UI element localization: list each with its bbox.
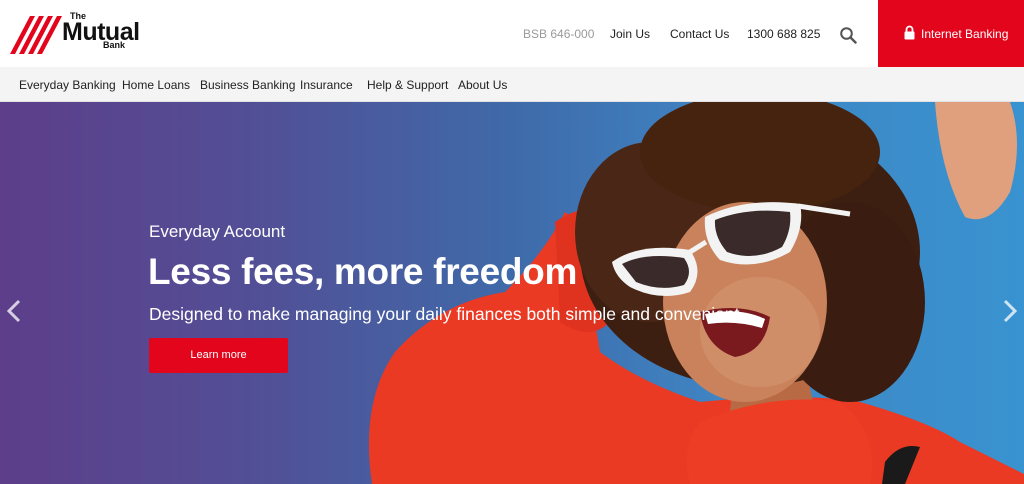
learn-more-button[interactable]: Learn more — [149, 338, 288, 373]
nav-item-home-loans[interactable]: Home Loans — [122, 78, 190, 92]
bsb-number: BSB 646-000 — [523, 27, 595, 41]
nav-item-help-support[interactable]: Help & Support — [367, 78, 448, 92]
search-icon[interactable] — [839, 26, 857, 44]
contact-us-link[interactable]: Contact Us — [670, 27, 729, 41]
logo-stripes-icon — [10, 16, 62, 54]
nav-item-everyday-banking[interactable]: Everyday Banking — [19, 78, 116, 92]
chevron-right-icon[interactable] — [1000, 298, 1020, 324]
logo-name-text: Mutual — [62, 18, 140, 46]
nav-item-business-banking[interactable]: Business Banking — [200, 78, 295, 92]
hero-banner: Everyday Account Less fees, more freedom… — [0, 102, 1024, 484]
site-header: The Mutual Bank BSB 646-000 Join Us Cont… — [0, 0, 1024, 67]
internet-banking-button[interactable]: Internet Banking — [878, 0, 1024, 67]
hero-subtitle: Designed to make managing your daily fin… — [149, 304, 740, 324]
chevron-left-icon[interactable] — [4, 298, 24, 324]
join-us-link[interactable]: Join Us — [610, 27, 650, 41]
nav-item-about-us[interactable]: About Us — [458, 78, 507, 92]
main-nav: Everyday Banking Home Loans Business Ban… — [0, 67, 1024, 102]
mutual-bank-logo[interactable]: The Mutual Bank — [10, 10, 140, 56]
phone-number-link[interactable]: 1300 688 825 — [747, 27, 820, 41]
logo-bank-text: Bank — [103, 40, 126, 50]
internet-banking-label: Internet Banking — [921, 27, 1009, 41]
hero-title: Less fees, more freedom — [148, 251, 578, 292]
hero-eyebrow: Everyday Account — [149, 222, 286, 241]
nav-item-insurance[interactable]: Insurance — [300, 78, 353, 92]
lock-icon — [904, 25, 915, 40]
